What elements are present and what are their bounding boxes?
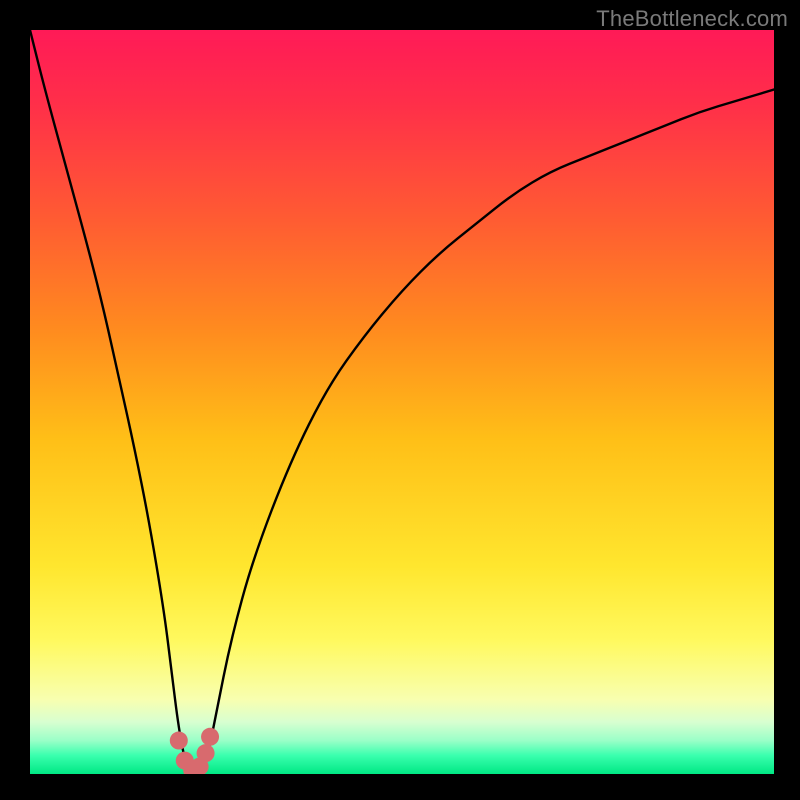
curve-marker	[197, 744, 215, 762]
curve-marker	[170, 732, 188, 750]
watermark-text: TheBottleneck.com	[596, 6, 788, 32]
bottleneck-curve	[30, 30, 774, 774]
curve-marker	[201, 728, 219, 746]
chart-frame: TheBottleneck.com	[0, 0, 800, 800]
plot-area	[30, 30, 774, 774]
